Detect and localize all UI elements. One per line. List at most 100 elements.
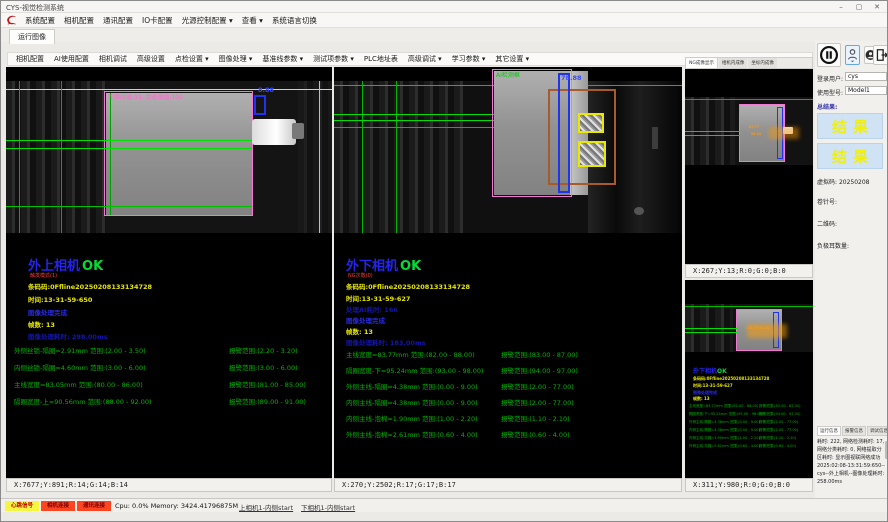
toolbar-item[interactable]: 测试项参数 ▾ xyxy=(313,54,354,64)
menu-item[interactable]: IO卡配置 xyxy=(142,15,173,26)
toolbar-item[interactable]: 高级设置 xyxy=(137,54,165,64)
log-output[interactable]: 耗时: 222, 网络检测耗时: 17, 网络分类耗时: 0, 网络提取分区耗时… xyxy=(817,438,885,500)
measurement-value: 内侧主线-隔圈=4.38mm 范围:(0.00 - 9.00) xyxy=(689,428,760,433)
measurement-row: 隔圈宽度-下=95.24mm 范围:(93.00 - 98.00) 报警范围:(… xyxy=(685,412,813,420)
window-controls: – ▢ ✕ xyxy=(833,2,885,12)
tab-feature-box xyxy=(578,141,606,167)
menu-item[interactable]: 相机配置 xyxy=(64,15,94,26)
alarm-range: 报警范围:(94.00 - 97.00) xyxy=(501,365,578,375)
mini-tab[interactable]: 坐标内成像 xyxy=(748,58,777,68)
measurement-row: 外侧丝锁-隔圈=2.91mm 范围:(2.00 - 3.50) 报警范围:(2.… xyxy=(6,345,332,362)
process-state-label: 图像处理完成 xyxy=(346,315,385,325)
blue-roi-box xyxy=(558,73,570,193)
tab-count-label: 负极耳数量: xyxy=(817,241,849,250)
blue-measure-label: 8.88 xyxy=(258,86,274,94)
green-measure-line xyxy=(685,135,740,136)
result-badge: 结果 xyxy=(817,113,883,139)
ai-elapsed-label: 处理AI耗时: 166 xyxy=(346,304,398,314)
toolbar-item[interactable]: 点检设置 ▾ xyxy=(175,54,209,64)
login-user-label: 登录用户: xyxy=(817,74,843,83)
close-icon[interactable]: ✕ xyxy=(869,2,885,12)
barcode-label: 条码码:0Ffline20250208133134728 xyxy=(346,281,470,291)
threshold-overlay-label: 轮廓阈值:93, 动态阈值:100 xyxy=(108,92,183,101)
toolbar-item[interactable]: PLC地址表 xyxy=(364,54,398,64)
menu-item[interactable]: 系统配置 xyxy=(25,15,55,26)
machine-texture xyxy=(334,81,464,233)
user-switch-button[interactable] xyxy=(845,45,860,65)
toolbar-item[interactable]: 图像处理 ▾ xyxy=(219,54,253,64)
result-ok-label: OK xyxy=(717,368,727,375)
pause-button[interactable] xyxy=(817,43,841,67)
toolbar-item[interactable]: 其它设置 ▾ xyxy=(495,54,529,64)
camera-panel-left[interactable]: 8.88 轮廓阈值:93, 动态阈值:100 外上相机OK 触发模式(1) 条码… xyxy=(6,67,332,492)
log-tab[interactable]: 报警信息 xyxy=(842,426,866,436)
machine-texture xyxy=(298,81,332,233)
menu-item[interactable]: 光源控制配置 ▾ xyxy=(182,15,233,26)
result-ok-label: OK xyxy=(82,259,103,274)
measurement-row: 内侧主线-隔圈=4.38mm 范围:(0.00 - 9.00) 报警范围:(2.… xyxy=(685,428,813,436)
measurement-value: 主线宽度=83.77mm 范围:(82.00 - 88.00) xyxy=(689,404,758,409)
menu-item[interactable]: 查看 ▾ xyxy=(242,15,263,26)
measurement-value: 内侧主线-泡棉=1.90mm 范围:(1.00 - 2.20) xyxy=(346,413,478,423)
left-pixel-status: X:7677;Y:891;R:14;G:14;B:14 xyxy=(6,478,332,492)
comm-link-badge: 通讯连接 xyxy=(77,501,111,511)
toolbar-item[interactable]: 相机配置 xyxy=(16,54,44,64)
log-tab[interactable]: 运行信息 xyxy=(817,426,841,436)
mid-image-canvas[interactable]: AI检测框 78.88 外下相机OK NG次数(0) 条码码:0Ffline20… xyxy=(334,67,682,478)
measurement-row: 主线宽度=83.05mm 范围:(80.00 - 86.00) 报警范围:(81… xyxy=(6,379,332,396)
frame-count-label: 帧数: 13 xyxy=(28,319,55,329)
measurement-row: 外侧主线-隔圈=4.38mm 范围:(0.00 - 9.00) 报警范围:(2.… xyxy=(334,381,682,397)
toolbar-item[interactable]: 学习参数 ▾ xyxy=(452,54,486,64)
lower-camera-status: 下相机1-内侧start xyxy=(301,502,355,512)
mini-measurement-list: 主线宽度=83.77mm 范围:(82.00 - 88.00) 报警范围:(83… xyxy=(685,404,813,452)
logout-button[interactable] xyxy=(873,45,888,65)
alarm-range: 报警范围:(2.00 - 77.00) xyxy=(759,420,798,425)
measurement-value: 主线宽度=83.77mm 范围:(82.00 - 88.00) xyxy=(346,349,475,359)
ng-count-label: NG次数(0) xyxy=(348,272,373,279)
camera-link-badge: 相机连接 xyxy=(41,501,75,511)
right-sidebar: 登录用户: cys 使用型号: Model1 总结果: 结果 结果 虚拟码: 2… xyxy=(815,41,888,498)
ai-box-label: AI检测框 xyxy=(496,70,520,79)
alarm-range: 报警范围:(89.00 - 91.00) xyxy=(229,396,306,406)
measurement-row: 隔圈宽度-上=90.56mm 范围:(88.00 - 92.00) 报警范围:(… xyxy=(6,396,332,413)
toolbar-item[interactable]: 基准线参数 ▾ xyxy=(262,54,303,64)
green-guide-line xyxy=(19,81,20,233)
measurement-row: 主线宽度=83.77mm 范围:(82.00 - 88.00) 报警范围:(83… xyxy=(334,349,682,365)
measurement-value: 外侧主线-泡棉=2.61mm 范围:(0.60 - 4.00) xyxy=(346,429,478,439)
left-image-canvas[interactable]: 8.88 轮廓阈值:93, 动态阈值:100 外上相机OK 触发模式(1) 条码… xyxy=(6,67,332,478)
model-field[interactable]: Model1 xyxy=(845,86,887,95)
menu-item[interactable]: 系统语言切换 xyxy=(272,15,317,26)
mini-frame: 帧数: 13 xyxy=(693,396,710,402)
machine-texture xyxy=(6,81,106,233)
green-guide-line xyxy=(61,81,62,233)
measurement-value: 外侧主线-泡棉=2.61mm 范围:(0.60 - 4.00) xyxy=(689,444,760,449)
window-title: CYS-视觉检测系统 xyxy=(6,3,64,13)
log-tab[interactable]: 调试信息 xyxy=(867,426,888,436)
mini-panel-tabs: NG成像显示相机内成像坐标内成像 xyxy=(685,57,813,69)
measurement-list: 主线宽度=83.77mm 范围:(82.00 - 88.00) 报警范围:(83… xyxy=(334,349,682,445)
camera-panel-mid[interactable]: AI检测框 78.88 外下相机OK NG次数(0) 条码码:0Ffline20… xyxy=(334,67,682,492)
mini2-pixel-status: X:311;Y:980;R:0;G:0;B:0 xyxy=(685,478,813,492)
maximize-icon[interactable]: ▢ xyxy=(851,2,867,12)
process-state-label: 图像处理完成 xyxy=(28,307,67,317)
time-label: 时间:13-31-59-650 xyxy=(28,294,92,304)
mini-tab[interactable]: 相机内成像 xyxy=(719,58,748,68)
toolbar-item[interactable]: 高级调试 ▾ xyxy=(408,54,442,64)
login-user-field[interactable]: cys xyxy=(845,72,887,81)
toolbar-item[interactable]: AI使用配置 xyxy=(54,54,89,64)
measurement-row: 外侧主线-泡棉=2.61mm 范围:(0.60 - 4.00) 报警范围:(0.… xyxy=(685,444,813,452)
green-measure-line xyxy=(685,328,737,329)
alarm-range: 报警范围:(94.00 - 97.00) xyxy=(759,412,800,417)
mini1-image-canvas[interactable]: 83.77 95.24 xyxy=(685,69,813,264)
minimize-icon[interactable]: – xyxy=(833,2,849,12)
machine-highlight xyxy=(634,207,644,215)
mini2-image-canvas[interactable]: 83.77 95.24 外下相机OK 条码码:0Ffline2025020813… xyxy=(685,280,813,478)
toolbar-item[interactable]: 相机调试 xyxy=(99,54,127,64)
tab-run-image[interactable]: 运行图像 xyxy=(9,29,55,44)
mini-camera-name: 外下相机OK xyxy=(693,366,727,375)
mini-tab[interactable]: NG成像显示 xyxy=(686,58,718,68)
mini-barcode: 条码码:0Ffline20250208133134728 xyxy=(693,376,769,382)
menu-item[interactable]: 通讯配置 xyxy=(103,15,133,26)
green-measure-line xyxy=(685,131,740,132)
measurement-row: 隔圈宽度-下=95.24mm 范围:(93.00 - 98.00) 报警范围:(… xyxy=(334,365,682,381)
